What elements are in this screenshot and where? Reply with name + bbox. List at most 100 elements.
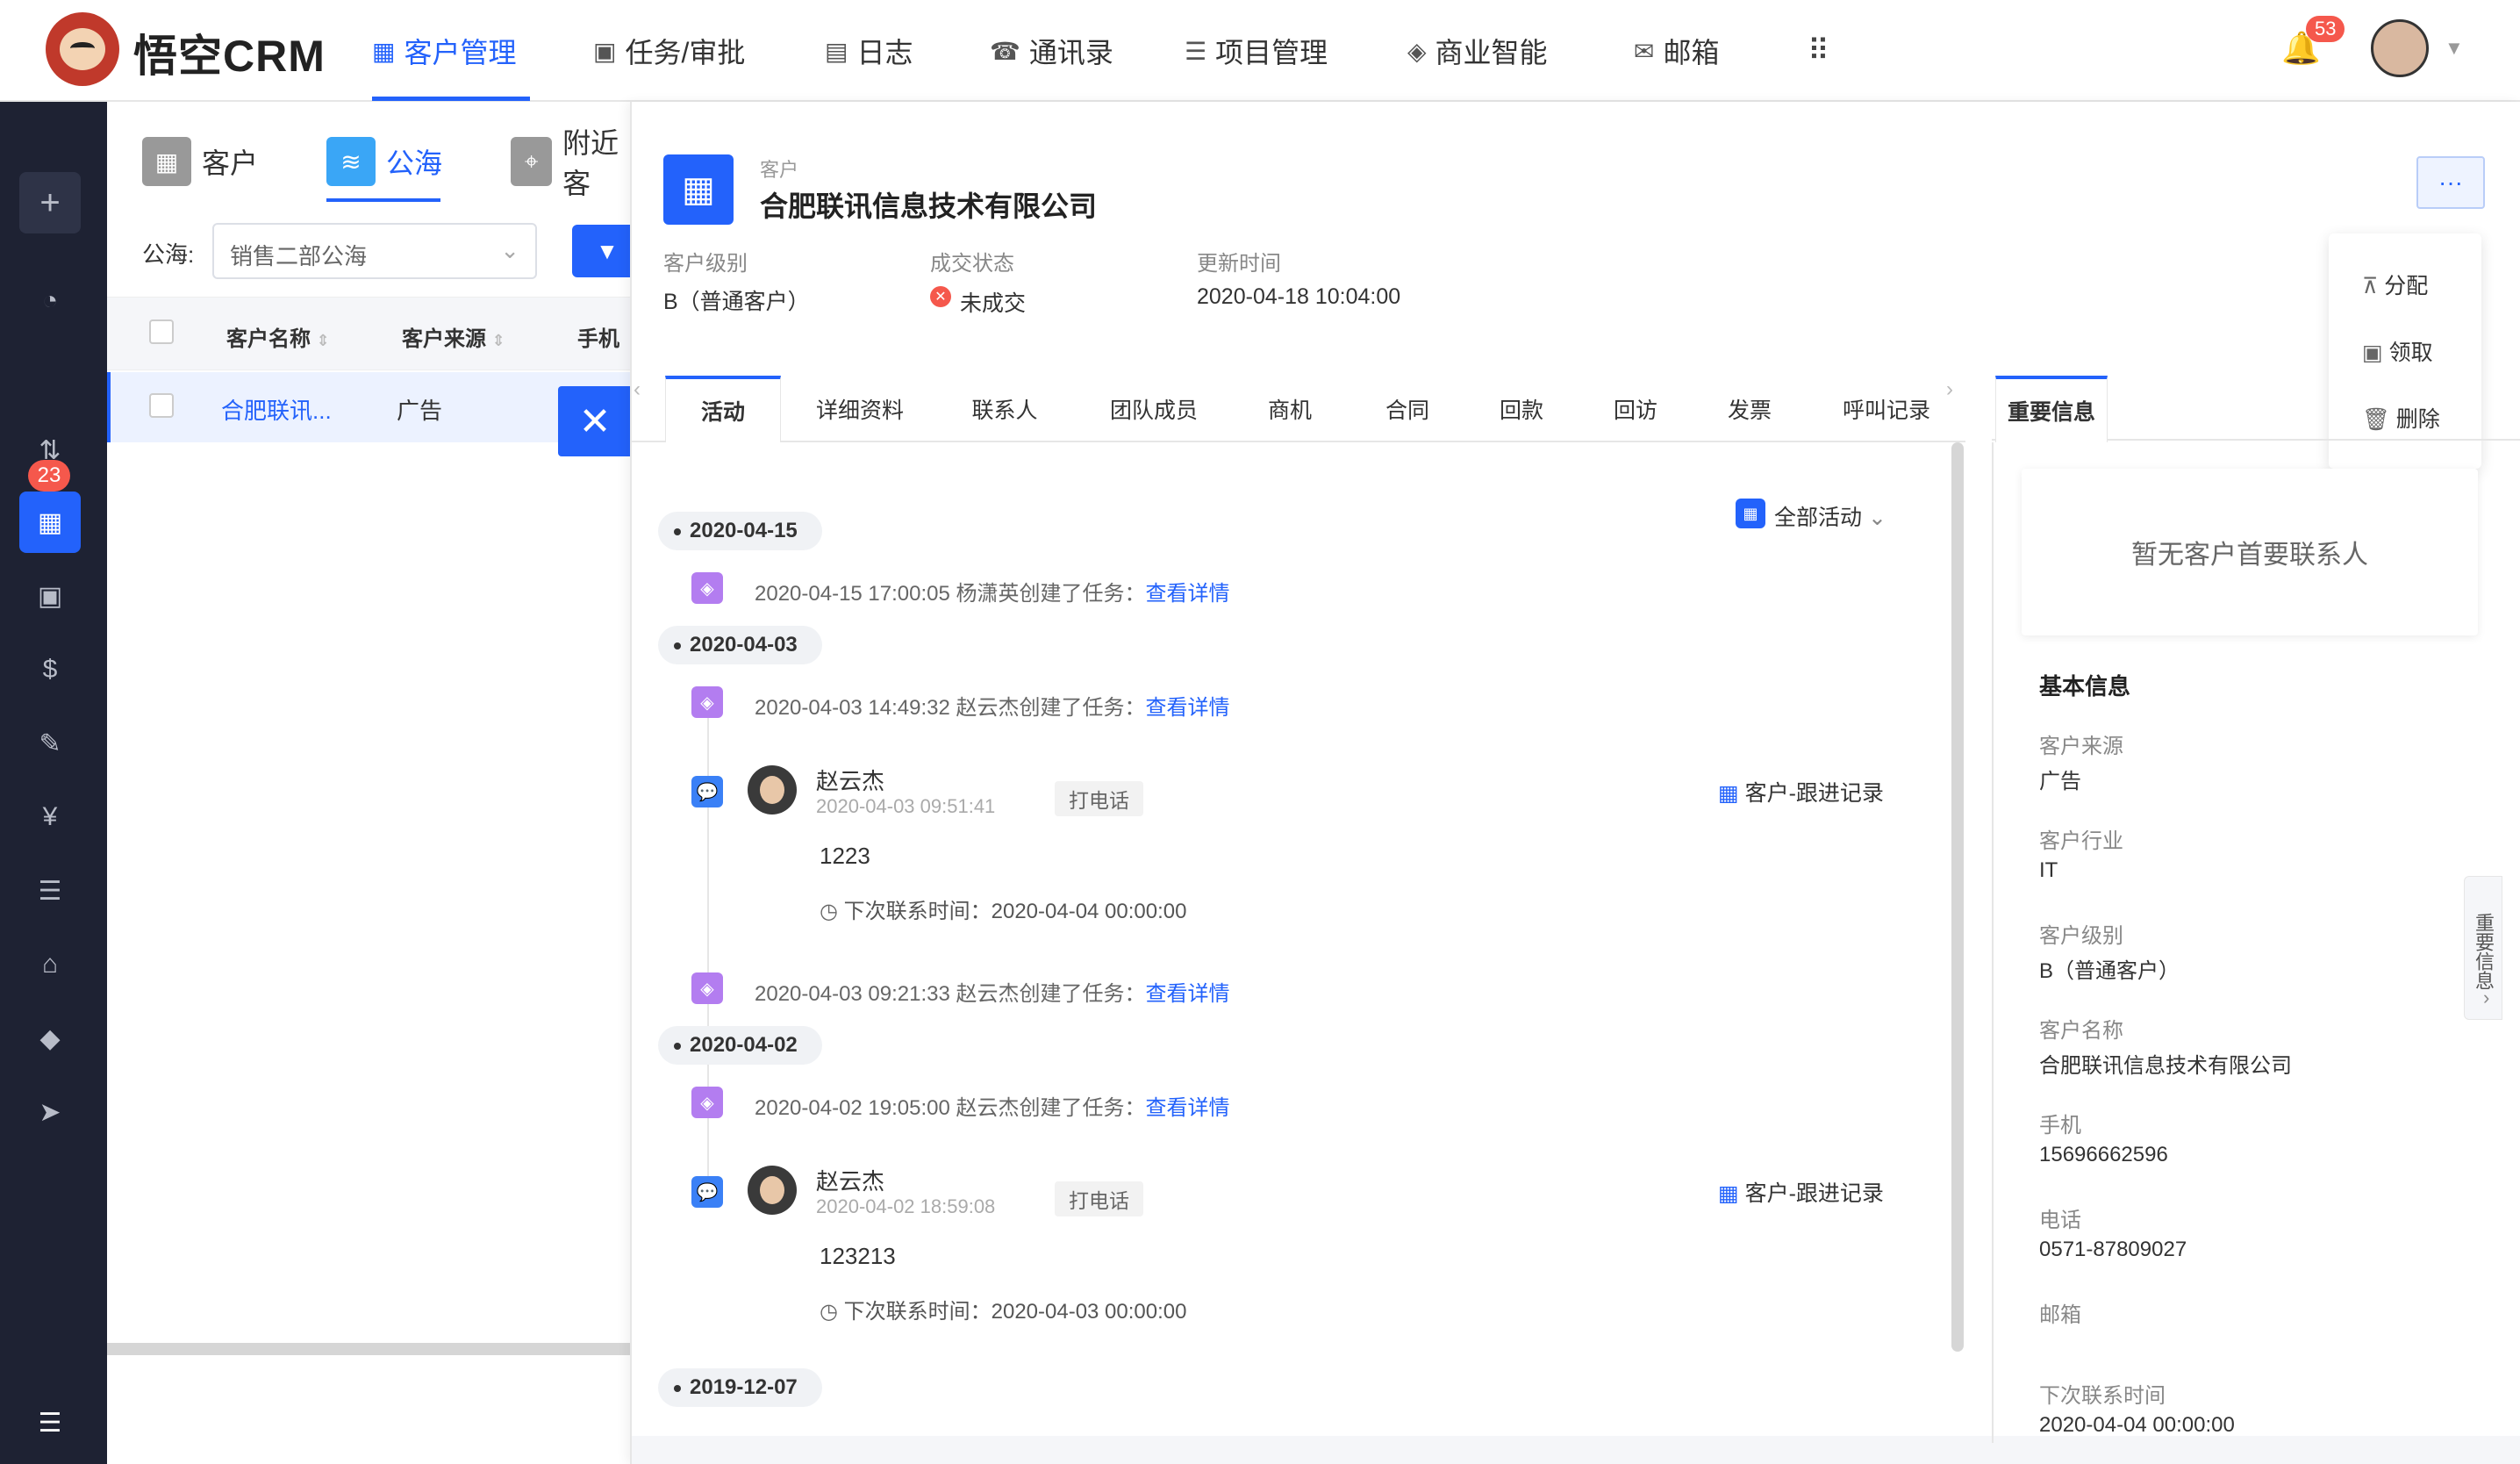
field-value: 2020-04-04 00:00:00 — [2039, 1413, 2235, 1437]
field-value: 15696662596 — [2039, 1143, 2168, 1166]
meta-updated-label: 更新时间 — [1197, 252, 1281, 276]
col-customer-name[interactable]: 客户名称 ⇕ — [226, 321, 330, 352]
tab-visit[interactable]: 回访 — [1592, 376, 1679, 442]
view-details-link[interactable]: 查看详情 — [1146, 1096, 1230, 1120]
field-value: 广告 — [2039, 770, 2081, 793]
basic-info-heading: 基本信息 — [2039, 673, 2131, 700]
building-icon: ▦ — [1718, 1181, 1739, 1206]
tab-contract[interactable]: 合同 — [1364, 376, 1451, 442]
tab-details[interactable]: 详细资料 — [798, 376, 921, 442]
menu-delete[interactable]: 🗑 删除 — [2362, 402, 2440, 434]
field-label: 客户名称 — [2039, 1019, 2123, 1043]
note-icon: ▤ — [825, 37, 848, 65]
tabs-prev-icon[interactable]: ‹ — [634, 377, 641, 402]
contract-icon[interactable]: ✎ — [19, 713, 81, 774]
tab-team[interactable]: 团队成员 — [1097, 376, 1211, 442]
col-customer-source[interactable]: 客户来源 ⇕ — [402, 321, 505, 352]
nav-contacts[interactable]: ☎ 通讯录 — [990, 0, 1113, 102]
tabs-next-icon[interactable]: › — [1946, 377, 1953, 402]
tab-opportunity[interactable]: 商机 — [1246, 376, 1334, 442]
row-customer-name[interactable]: 合肥联讯... — [221, 393, 332, 426]
more-button[interactable]: ··· — [2416, 156, 2485, 209]
activity-filter[interactable]: 全部活动 ⌄ — [1774, 500, 1886, 532]
close-detail-button[interactable]: ✕ — [558, 386, 632, 456]
menu-claim[interactable]: ▣ 领取 — [2362, 335, 2433, 367]
tab-important-info[interactable]: 重要信息 — [1995, 376, 2108, 442]
horizontal-scrollbar[interactable] — [107, 1343, 634, 1355]
send-icon[interactable]: ➤ — [19, 1081, 81, 1143]
add-icon[interactable]: + — [19, 172, 81, 233]
clock-icon: ◷ — [820, 1300, 838, 1324]
date-pill: 2019-12-07 — [658, 1368, 822, 1407]
nav-bi[interactable]: ◈ 商业智能 — [1407, 0, 1548, 102]
building-icon: ▦ — [1718, 781, 1739, 806]
chevron-down-icon: ⌄ — [1867, 506, 1886, 530]
date-pill: 2020-04-03 — [658, 626, 822, 664]
row-checkbox[interactable] — [149, 393, 174, 418]
nav-customer[interactable]: ▦ 客户管理 — [372, 0, 516, 102]
nav-project[interactable]: ☰ 项目管理 — [1185, 0, 1328, 102]
monkey-logo — [46, 12, 119, 86]
clock-icon: ◷ — [820, 900, 838, 923]
apps-grid-icon[interactable]: ⠿ — [1808, 0, 1829, 102]
followup-icon[interactable]: ⇅ — [19, 420, 81, 481]
tab-customer[interactable]: ▦ 客户 — [142, 126, 258, 197]
task-icon: ◈ — [691, 1087, 723, 1118]
followup-tag: 打电话 — [1055, 1181, 1143, 1216]
select-all-checkbox[interactable] — [149, 319, 174, 344]
money-icon[interactable]: $ — [19, 639, 81, 700]
followup-content: 123213 — [820, 1243, 896, 1269]
activity-item: 2020-04-02 19:05:00 赵云杰创建了任务：查看详情 — [755, 1096, 1230, 1120]
meta-status-label: 成交状态 — [930, 252, 1014, 276]
payment-icon[interactable]: ¥ — [19, 786, 81, 848]
org-chart-icon: ⊼ — [2362, 274, 2379, 298]
view-details-link[interactable]: 查看详情 — [1146, 696, 1230, 720]
view-details-link[interactable]: 查看详情 — [1146, 582, 1230, 606]
building-icon: ▦ — [142, 137, 191, 186]
view-details-link[interactable]: 查看详情 — [1146, 982, 1230, 1006]
tab-call-log[interactable]: 呼叫记录 — [1834, 376, 1939, 442]
primary-contact-empty: 暂无客户首要联系人 — [2022, 469, 2478, 635]
activity-item: 2020-04-03 09:21:33 赵云杰创建了任务：查看详情 — [755, 982, 1230, 1006]
task-icon: ◈ — [691, 972, 723, 1004]
col-phone[interactable]: 手机 — [577, 321, 619, 352]
invoice-icon[interactable]: ☰ — [19, 860, 81, 922]
caret-down-icon[interactable]: ▼ — [2445, 37, 2464, 60]
home-icon[interactable]: ⌂ — [19, 934, 81, 995]
error-icon: ✕ — [930, 286, 951, 307]
sort-icon: ⇕ — [491, 332, 505, 349]
pool-label: 公海: — [142, 241, 195, 268]
filter-icon: ▼ — [596, 237, 619, 264]
field-label: 客户来源 — [2039, 735, 2123, 758]
waves-icon: ≋ — [326, 137, 376, 186]
field-value: 合肥联讯信息技术有限公司 — [2039, 1054, 2292, 1078]
detail-type-label: 客户 — [760, 159, 799, 181]
tab-nearby[interactable]: ⌖ 附近客 — [511, 126, 634, 199]
tab-public-pool[interactable]: ≋ 公海 — [326, 126, 442, 197]
menu-assign[interactable]: ⊼ 分配 — [2362, 269, 2428, 300]
collapse-menu-icon[interactable]: ☰ — [19, 1392, 81, 1453]
meta-level-label: 客户级别 — [663, 252, 748, 276]
nav-task-approval[interactable]: ▣ 任务/审批 — [593, 0, 745, 102]
field-label: 客户级别 — [2039, 924, 2123, 948]
contacts-icon[interactable]: ▣ — [19, 565, 81, 627]
avatar — [748, 765, 797, 815]
tab-activity[interactable]: 活动 — [665, 376, 781, 442]
nav-mail[interactable]: ✉ 邮箱 — [1634, 0, 1719, 102]
chevron-right-icon[interactable]: › — [2483, 987, 2489, 1009]
nav-log[interactable]: ▤ 日志 — [825, 0, 913, 102]
customer-icon[interactable]: ▦ — [19, 492, 81, 553]
tab-contacts[interactable]: 联系人 — [956, 376, 1053, 442]
close-icon: ✕ — [578, 399, 612, 443]
table-row[interactable] — [107, 372, 634, 442]
product-icon[interactable]: ◆ — [19, 1008, 81, 1069]
user-avatar[interactable] — [2371, 19, 2429, 77]
phonebook-icon: ☎ — [990, 37, 1020, 65]
activity-scrollbar[interactable] — [1951, 442, 1964, 1352]
tab-payment[interactable]: 回款 — [1478, 376, 1565, 442]
gift-icon: ▣ — [2362, 341, 2383, 365]
tab-invoice[interactable]: 发票 — [1706, 376, 1793, 442]
pool-select[interactable]: 销售二部公海 ⌄ — [212, 223, 537, 279]
dashboard-icon[interactable]: ◔ — [19, 270, 81, 332]
notification-badge: 53 — [2306, 16, 2345, 42]
